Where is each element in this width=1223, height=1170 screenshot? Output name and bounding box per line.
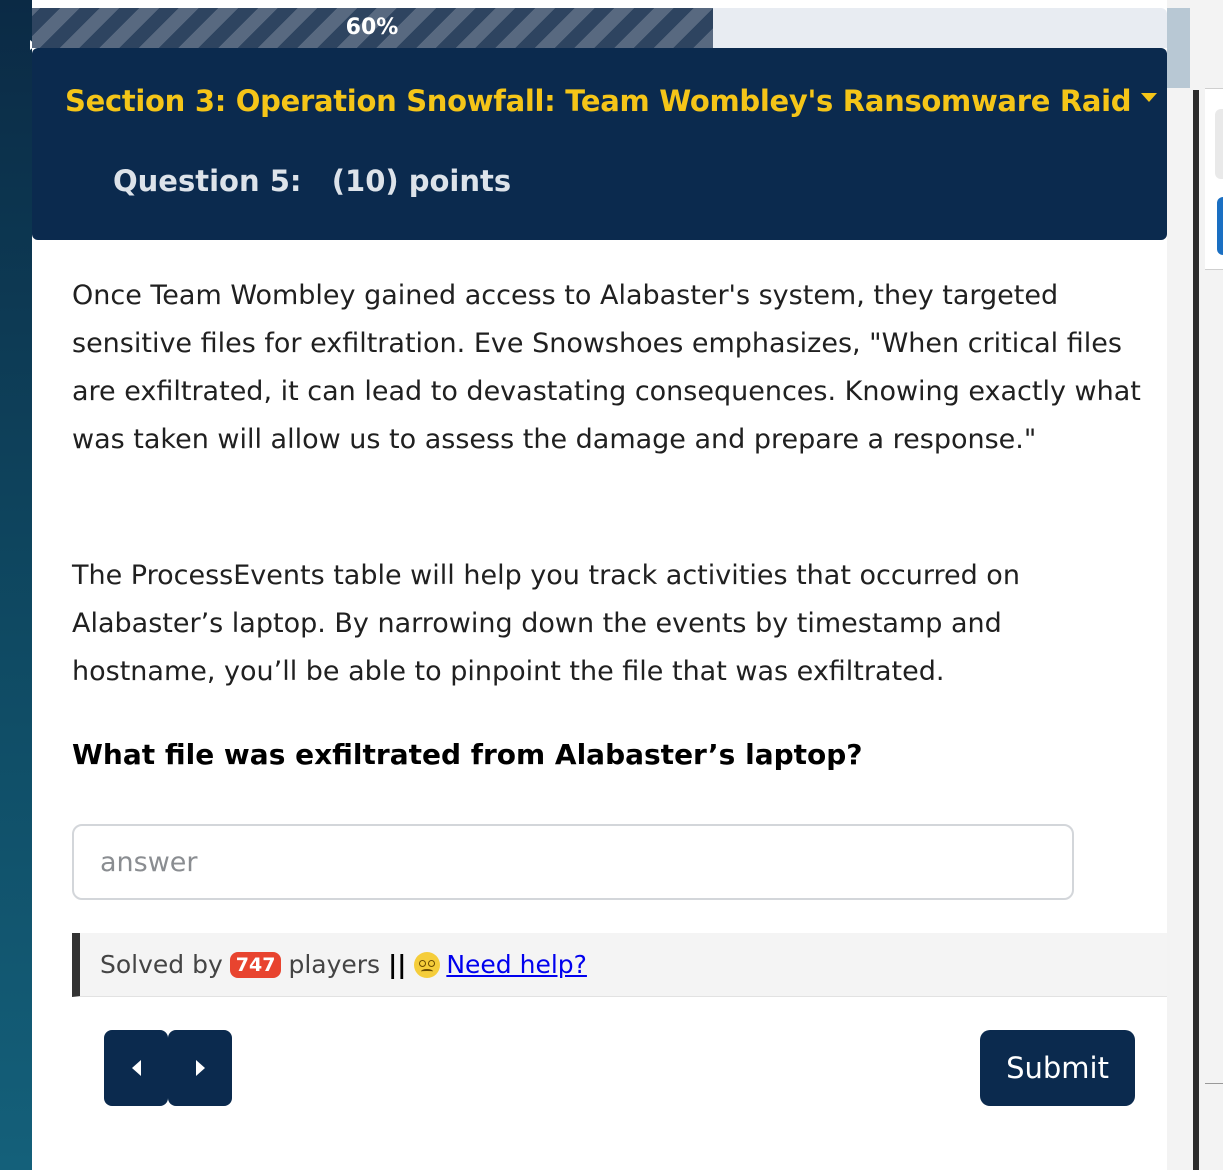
question-card: Once Team Wombley gained access to Alaba… [32,272,1167,1170]
question-prompt: What file was exfiltrated from Alabaster… [72,738,863,771]
question-number: Question 5: [113,164,302,198]
separator: || [388,950,407,979]
section-title: Section 3: Operation Snowfall: Team Womb… [65,84,1132,118]
right-panel-line [1205,1083,1223,1084]
right-panel-controls [1205,88,1223,270]
solved-by-label: Solved by [100,950,223,979]
caret-right-icon [196,1060,205,1076]
answer-input[interactable] [72,824,1074,900]
caret-left-icon [132,1060,141,1076]
players-label: players [288,950,381,979]
next-question-button[interactable] [168,1030,232,1106]
section-header: Section 3: Operation Snowfall: Team Womb… [32,48,1167,240]
solved-count-badge: 747 [229,951,282,978]
need-help-link[interactable]: Need help? [446,950,587,979]
question-points: (10) points [331,164,512,198]
section-dropdown[interactable]: Section 3: Operation Snowfall: Team Womb… [65,84,1158,118]
question-intro-paragraph: Once Team Wombley gained access to Alaba… [72,280,1141,455]
question-hint-paragraph: The ProcessEvents table will help you tr… [72,560,1020,687]
progress-bar: 60% [32,8,1167,48]
right-panel-blue-tab[interactable] [1217,197,1223,255]
submit-button[interactable]: Submit [980,1030,1135,1106]
left-sidebar-edge [0,0,36,1170]
progress-percent-label: 60% [345,15,399,40]
help-bar: Solved by 747 players || Need help? [72,933,1167,997]
dizzy-face-icon [414,951,441,978]
right-panel-strip [1167,8,1190,88]
question-header: Question 5: (10) points [113,164,511,198]
right-panel-tab[interactable] [1215,109,1223,179]
right-panel-divider[interactable] [1193,90,1199,1170]
previous-question-button[interactable] [104,1030,168,1106]
caret-down-icon [1141,92,1158,102]
right-side-panel [1167,0,1223,1170]
